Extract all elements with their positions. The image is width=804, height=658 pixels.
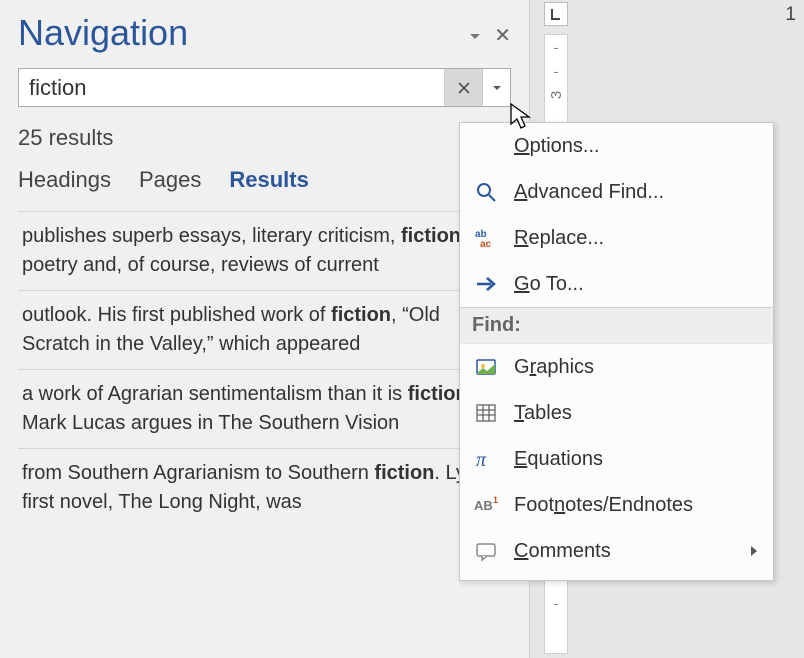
tab-stop-l-icon (549, 7, 563, 21)
result-item[interactable]: outlook. His first published work of fic… (18, 290, 511, 369)
close-pane-button[interactable]: ✕ (494, 26, 511, 46)
ruler-tick: - (554, 35, 559, 59)
chevron-down-icon (493, 86, 501, 90)
x-icon (456, 80, 472, 96)
svg-text:AB: AB (474, 498, 493, 513)
result-item[interactable]: publishes superb essays, literary critic… (18, 211, 511, 290)
result-text-pre: a work of Agrarian sentimentalism than i… (22, 383, 408, 405)
result-match: fiction (401, 225, 461, 247)
ruler-tick: - (554, 59, 559, 83)
menu-advanced-find[interactable]: Advanced Find... (460, 169, 773, 215)
menu-find-tables[interactable]: Tables (460, 390, 773, 436)
graphics-icon (472, 353, 500, 381)
page-indicator: 1 (785, 4, 796, 26)
menu-label: Tables (514, 402, 572, 425)
result-item[interactable]: a work of Agrarian sentimentalism than i… (18, 369, 511, 448)
navigation-pane: Navigation ✕ 25 results Headings Pages R… (0, 0, 530, 658)
result-count: 25 results (18, 125, 511, 151)
nav-header: Navigation ✕ (18, 12, 511, 54)
search-input[interactable] (19, 69, 444, 106)
tab-results[interactable]: Results (229, 167, 308, 193)
clear-search-button[interactable] (444, 69, 482, 106)
nav-tabs: Headings Pages Results (18, 167, 511, 193)
menu-section-find: Find: (460, 307, 773, 344)
footnotes-icon: AB1 (472, 491, 500, 519)
result-text-pre: publishes superb essays, literary critic… (22, 225, 401, 247)
menu-label: Equations (514, 448, 603, 471)
nav-pane-controls: ✕ (470, 26, 511, 46)
arrow-right-icon (472, 270, 500, 298)
result-text-pre: outlook. His first published work of (22, 304, 331, 326)
svg-text:1: 1 (493, 495, 498, 505)
submenu-arrow-icon (751, 546, 757, 556)
replace-icon: abac (472, 224, 500, 252)
equations-icon: π (472, 445, 500, 473)
comments-icon (472, 537, 500, 565)
search-options-menu: Options... Advanced Find... abac Replace… (459, 122, 774, 581)
menu-label: Options... (514, 135, 600, 158)
menu-find-footnotes[interactable]: AB1 Footnotes/Endnotes (460, 482, 773, 528)
search-options-dropdown-button[interactable] (482, 69, 510, 106)
result-text-pre: from Southern Agrarianism to Southern (22, 462, 374, 484)
search-icon (472, 178, 500, 206)
svg-text:π: π (476, 449, 487, 471)
result-item[interactable]: from Southern Agrarianism to Southern fi… (18, 448, 511, 527)
blank-icon (472, 132, 500, 160)
menu-label: Replace... (514, 227, 604, 250)
tab-headings[interactable]: Headings (18, 167, 111, 193)
menu-label: Comments (514, 540, 611, 563)
result-match: fiction (374, 462, 434, 484)
svg-text:ac: ac (480, 239, 492, 250)
results-list: publishes superb essays, literary critic… (18, 211, 511, 527)
menu-find-equations[interactable]: π Equations (460, 436, 773, 482)
menu-label: Graphics (514, 356, 594, 379)
menu-goto[interactable]: Go To... (460, 261, 773, 307)
menu-label: Footnotes/Endnotes (514, 494, 693, 517)
ruler-number: 3 (544, 91, 568, 99)
menu-replace[interactable]: abac Replace... (460, 215, 773, 261)
menu-options[interactable]: Options... (460, 123, 773, 169)
search-box (18, 68, 511, 107)
result-match: fiction (331, 304, 391, 326)
menu-label: Go To... (514, 273, 584, 296)
menu-label: Advanced Find... (514, 181, 664, 204)
pane-options-caret-icon[interactable] (470, 34, 480, 39)
menu-find-comments[interactable]: Comments (460, 528, 773, 574)
ruler-tick: - (554, 591, 559, 615)
tab-pages[interactable]: Pages (139, 167, 201, 193)
nav-title: Navigation (18, 12, 188, 54)
tables-icon (472, 399, 500, 427)
menu-find-graphics[interactable]: Graphics (460, 344, 773, 390)
tab-selector-box[interactable] (544, 2, 568, 26)
